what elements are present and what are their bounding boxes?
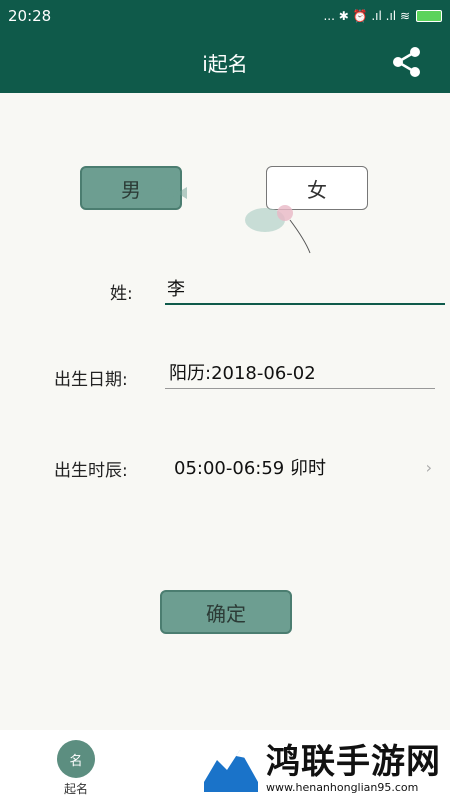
watermark-text: 鸿联手游网 www.henanhonglian95.com [266,743,441,794]
tab-label: 起名 [63,782,88,796]
tab-naming[interactable]: 名 起名 [54,740,98,797]
birth-hour-value: 05:00-06:59 卯时 [174,458,326,479]
watermark-url: www.henanhonglian95.com [266,780,419,794]
confirm-button[interactable]: 确定 [160,590,292,634]
watermark-logo-icon [202,742,260,794]
status-indicators: ... ✱ ⏰ .ıl .ıl ≋ [323,9,442,23]
status-bar: 20:28 ... ✱ ⏰ .ıl .ıl ≋ [0,0,450,32]
main-content: 男 女 姓: 出生日期: 阳历:2018-06-02 出生时辰: 05:00-0… [0,93,450,730]
watermark-title: 鸿联手游网 [266,741,441,782]
app-bar: i起名 [0,32,450,93]
birth-hour-field[interactable]: 05:00-06:59 卯时 › [170,454,440,484]
surname-label: 姓: [110,284,133,304]
app-title: i起名 [202,52,248,76]
status-time: 20:28 [8,7,52,25]
naming-tab-icon: 名 [57,740,95,778]
surname-input[interactable] [165,273,445,305]
battery-icon [416,10,442,22]
fish-decoration-icon [153,187,187,199]
lotus-decoration-icon [245,205,311,254]
birth-hour-label: 出生时辰: [54,461,128,481]
chevron-right-icon: › [425,458,432,477]
birth-date-label: 出生日期: [54,370,128,390]
watermark: 鸿联手游网 www.henanhonglian95.com [202,740,448,796]
share-icon[interactable] [392,46,422,78]
signal-icons: ... ✱ ⏰ .ıl .ıl ≋ [323,9,410,23]
birth-date-field[interactable]: 阳历:2018-06-02 [165,359,435,389]
